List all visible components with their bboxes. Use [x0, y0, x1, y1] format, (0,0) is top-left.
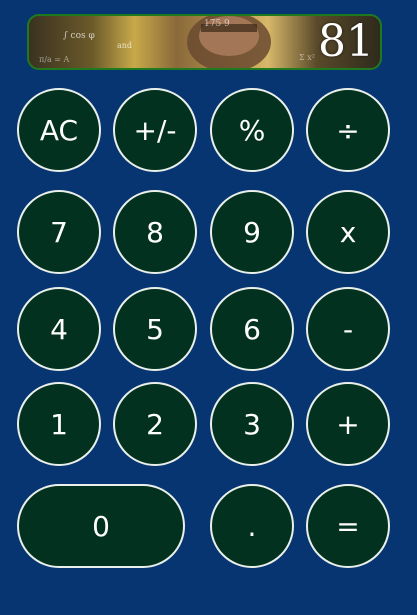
add-button[interactable]: + — [306, 382, 390, 466]
svg-text:∫ cos φ: ∫ cos φ — [63, 31, 95, 41]
multiply-button[interactable]: x — [306, 190, 390, 274]
digit-9-button[interactable]: 9 — [210, 190, 294, 274]
display-value: 81 — [318, 16, 374, 67]
decimal-button[interactable]: . — [210, 484, 294, 568]
all-clear-button[interactable]: AC — [17, 88, 101, 172]
digit-8-button[interactable]: 8 — [113, 190, 197, 274]
subtract-button[interactable]: - — [306, 287, 390, 371]
svg-text:Σ x²: Σ x² — [299, 53, 315, 62]
digit-7-button[interactable]: 7 — [17, 190, 101, 274]
toggle-sign-button[interactable]: +/- — [113, 88, 197, 172]
percent-button[interactable]: % — [210, 88, 294, 172]
digit-0-button[interactable]: 0 — [17, 484, 185, 568]
divide-button[interactable]: ÷ — [306, 88, 390, 172]
digit-3-button[interactable]: 3 — [210, 382, 294, 466]
digit-6-button[interactable]: 6 — [210, 287, 294, 371]
equals-button[interactable]: = — [306, 484, 390, 568]
digit-5-button[interactable]: 5 — [113, 287, 197, 371]
digit-4-button[interactable]: 4 — [17, 287, 101, 371]
svg-text:π/a = A: π/a = A — [39, 55, 70, 64]
digit-1-button[interactable]: 1 — [17, 382, 101, 466]
svg-text:175 9: 175 9 — [204, 19, 230, 29]
digit-2-button[interactable]: 2 — [113, 382, 197, 466]
calculator-display: ∫ cos φ and 175 9 π/a = A Σ x² 81 — [27, 14, 382, 70]
svg-text:and: and — [117, 41, 132, 50]
